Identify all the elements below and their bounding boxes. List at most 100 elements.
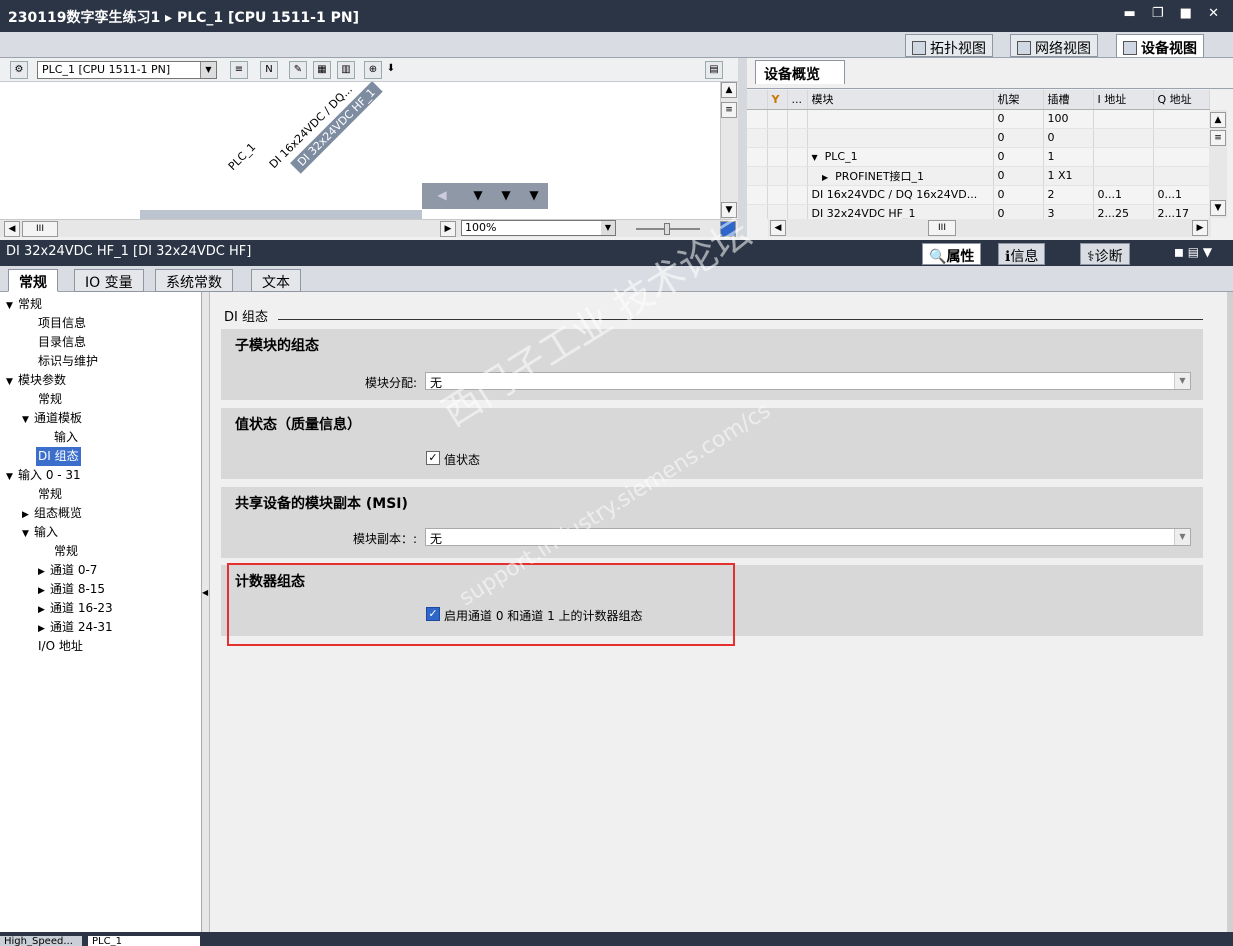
tree-item-catalog-info[interactable]: 目录信息 [38,333,86,352]
expand-down-icon[interactable]: ▼ [22,411,34,430]
content-scrollbar[interactable] [1227,292,1233,932]
subtab-io-tags[interactable]: IO 变量 [74,269,144,292]
overview-vscroll[interactable]: ▲ ≡ ▼ [1209,110,1227,218]
canvas-vscroll[interactable]: ▲ ≡ ▼ [720,82,738,219]
slot-down-icon[interactable]: ▼ [468,188,488,204]
column-header[interactable]: I 地址 [1093,90,1154,110]
download-icon[interactable]: ⬇ [382,61,400,79]
tree-item-channel-16-23[interactable]: ▶ 通道 16-23 [38,599,113,618]
grid-icon[interactable]: ▦ [313,61,331,79]
tab-diagnostics[interactable]: ⚕诊断 [1080,243,1130,265]
table-row[interactable]: 0 100 [747,109,1210,129]
tree-item-di-config[interactable]: DI 组态 [36,447,81,466]
expand-down-icon[interactable]: ▼ [6,373,18,392]
chevron-down-icon[interactable]: ▼ [1174,373,1190,389]
zoom-select[interactable]: 100% ▼ [461,220,616,236]
zoom-icon[interactable]: ⊕ [364,61,382,79]
tree-item-project-info[interactable]: 项目信息 [38,314,86,333]
tree-item-channel-8-15[interactable]: ▶ 通道 8-15 [38,580,105,599]
tree-item-general-4[interactable]: 常规 [54,542,78,561]
scroll-up-icon[interactable]: ▲ [1210,112,1226,128]
bottom-tab-plc[interactable]: PLC_1 [88,936,200,946]
value-status-checkbox[interactable]: ✓ [426,451,440,465]
subtab-system-constants[interactable]: 系统常数 [155,269,233,292]
expand-down-icon[interactable]: ▼ [6,297,18,316]
tree-item-io-address[interactable]: I/O 地址 [38,637,83,656]
column-header[interactable]: 插槽 [1043,90,1094,110]
tree-item-channel-0-7[interactable]: ▶ 通道 0-7 [38,561,97,580]
column-header[interactable]: Q 地址 [1153,90,1210,110]
scroll-thumb[interactable]: ≡ [1210,130,1226,146]
topology-icon [912,41,926,55]
tree-item-general-3[interactable]: 常规 [38,485,62,504]
table-row[interactable]: DI 16x24VDC / DQ 16x24VD... 0 2 0...1 0...1 [747,185,1210,205]
scroll-thumb[interactable]: ≡ [721,102,737,118]
tree-splitter[interactable]: ◀ [202,292,210,932]
collapse-left-icon[interactable]: ◀ [202,588,208,597]
show-labels-icon[interactable]: ✎ [289,61,307,79]
subtab-general[interactable]: 常规 [8,269,58,292]
slot-down-icon[interactable]: ▼ [496,188,516,204]
panel-menu-icon[interactable]: ◼ ▤ ▼ [1174,245,1212,259]
table-row[interactable]: ▶ PROFINET接口_1 0 1 X1 [747,166,1210,186]
canvas-label-plc[interactable]: PLC_1 [226,141,258,173]
tree-item-module-params[interactable]: ▼ 模块参数 [6,371,66,390]
select-value: 无 [430,532,443,546]
device-canvas[interactable]: PLC_1 DI 16x24VDC / DQ... DI 32x24VDC HF… [0,82,720,219]
expand-right-icon[interactable]: ▶ [822,173,828,182]
tree-label: 通道 0-7 [50,563,98,577]
tree-item-general[interactable]: ▼ 常规 [6,295,42,314]
tab-device-overview[interactable]: 设备概览 [755,60,845,84]
table-row[interactable]: 00 [747,128,1210,148]
expand-down-icon[interactable]: ▼ [812,153,818,162]
slot-down-icon[interactable]: ▼ [524,188,544,204]
scroll-down-icon[interactable]: ▼ [1210,200,1226,216]
tree-item-channel-24-31[interactable]: ▶ 通道 24-31 [38,618,113,637]
tab-network-view[interactable]: 网络视图 [1010,34,1098,57]
overview-toggle-icon[interactable]: ▤ [705,61,723,79]
expand-down-icon[interactable]: ▼ [22,525,34,544]
scroll-left-icon[interactable]: ◀ [4,221,20,237]
scroll-thumb[interactable]: III [928,220,956,236]
bottom-tab-high-speed[interactable]: High_Speed... [0,936,82,946]
subtab-texts[interactable]: 文本 [251,269,301,292]
tree-item-identification[interactable]: 标识与维护 [38,352,98,371]
tab-info[interactable]: ℹ信息 [998,243,1046,265]
scroll-right-icon[interactable]: ▶ [1192,220,1208,236]
tab-properties[interactable]: 🔍属性 [922,243,982,265]
canvas-hscroll[interactable]: ◀ III ▶ [0,219,738,237]
splitter[interactable] [738,58,747,237]
column-header[interactable]: ... [787,90,808,110]
chevron-down-icon[interactable]: ▼ [601,221,615,235]
chevron-down-icon[interactable]: ▼ [200,62,216,78]
scroll-right-icon[interactable]: ▶ [440,221,456,237]
tree-item-input-0-31[interactable]: ▼ 输入 0 - 31 [6,466,81,485]
tree-item-channel-template[interactable]: ▼ 通道模板 [22,409,82,428]
chevron-down-icon[interactable]: ▼ [1174,529,1190,545]
device-list-icon[interactable]: ≡ [230,61,248,79]
tab-topology-view[interactable]: 拓扑视图 [905,34,993,57]
tab-device-view[interactable]: 设备视图 [1116,34,1204,57]
scroll-up-icon[interactable]: ▲ [721,82,737,98]
scroll-left-icon[interactable]: ◀ [770,220,786,236]
tree-item-input[interactable]: 输入 [54,428,78,447]
tree-item-general-2[interactable]: 常规 [38,390,62,409]
cell-i-address [1093,147,1154,167]
expand-down-icon[interactable]: ▼ [6,468,18,487]
window-controls[interactable]: ▬ ❐ ■ ✕ [1123,6,1225,21]
plug-icon[interactable]: ⚙ [10,61,28,79]
table-row[interactable]: ▼ PLC_1 0 1 [747,147,1210,167]
overview-hscroll[interactable]: ◀ III ▶ [768,219,1211,237]
tree-item-input-2[interactable]: ▼ 输入 [22,523,58,542]
scroll-thumb[interactable]: III [22,221,58,237]
slot-left-icon[interactable]: ◀ [432,188,452,204]
field-label: 模块副本：: [352,532,417,546]
tree-item-config-overview[interactable]: ▶ 组态概览 [22,504,82,523]
device-select[interactable]: PLC_1 [CPU 1511-1 PN] ▼ [37,61,217,79]
name-icon[interactable]: N [260,61,278,79]
zoom-slider-handle[interactable] [664,223,670,235]
column-header[interactable]: 机架 [993,90,1044,110]
column-header[interactable]: 模块 [807,90,994,110]
network-icon [1017,41,1031,55]
table-icon[interactable]: ▥ [337,61,355,79]
